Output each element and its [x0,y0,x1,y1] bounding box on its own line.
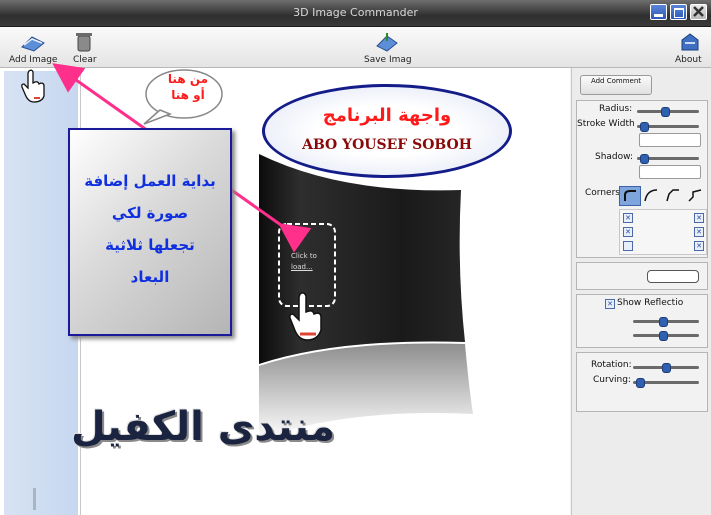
add-comment-button[interactable]: Add Comment [580,75,652,95]
close-button[interactable] [690,4,707,20]
box-text-3: تجعلها ثلاثية [105,236,195,254]
maximize-button[interactable] [670,4,687,20]
shadow-knob[interactable] [639,154,649,164]
style-settings-box: Radius: Stroke Width Shadow: Corners ✕ ✕… [576,100,708,258]
corner-style-group [619,186,705,206]
hand-cursor-icon [21,69,45,103]
window-title: 3D Image Commander [293,6,418,19]
reflection-knob-2[interactable] [659,331,669,341]
corner-top-right-checkbox[interactable]: ✕ [694,213,704,223]
clear-button[interactable]: Clear [68,29,102,65]
corner-bottom-left-checkbox[interactable] [623,241,633,251]
save-image-label: Save Imag [364,55,412,65]
bubble-text-1: من هنا [167,72,209,86]
corner-toggle-grid: ✕ ✕ ✕ ✕ ✕ [619,209,707,255]
corner-style-curve[interactable] [641,186,661,204]
maximize-icon [674,8,684,18]
interface-oval-callout: واجهة البرنامج ABO YOUSEF SOBOH [262,84,512,178]
rotation-slider[interactable] [633,363,699,373]
canvas-placeholder-line1: Click to [291,252,317,260]
curving-label: Curving: [593,375,631,385]
corner-top-left-checkbox[interactable]: ✕ [623,213,633,223]
show-reflection-label: Show Reflectio [617,298,684,308]
box-text-4: البعاد [130,268,170,286]
close-icon [693,6,704,17]
corner-style-rounded[interactable] [619,186,641,206]
background-color-field[interactable] [647,270,699,283]
box-text-1: بداية العمل إضافة [84,172,216,190]
radius-label: Radius: [599,104,633,114]
save-image-button[interactable]: Save Imag [360,29,416,65]
title-bar: 3D Image Commander [0,0,711,27]
corner-style-step[interactable] [685,186,705,204]
trash-icon [76,33,92,52]
minimize-icon [654,14,663,17]
rotation-knob[interactable] [662,363,671,373]
shadow-color-field[interactable] [639,165,701,179]
corner-bevel-icon [666,189,679,202]
canvas-placeholder-line2[interactable]: load... [291,263,313,271]
corners-label: Corners [585,188,620,198]
toolbar: Add Image Clear Save Imag About [0,27,711,68]
transform-box: Rotation: Curving: [576,352,708,412]
reflection-slider-2[interactable] [633,331,699,341]
bubble-text-2: أو هنا [171,88,205,102]
radius-knob[interactable] [661,107,671,117]
add-image-label: Add Image [9,55,58,65]
shadow-label: Shadow: [595,152,634,162]
add-comment-label: Add Comment [590,77,642,85]
minimize-button[interactable] [650,4,667,20]
clear-label: Clear [73,55,97,65]
oval-text-2: ABO YOUSEF SOBOH [302,137,472,153]
shadow-slider[interactable] [637,154,699,164]
oval-text-1: واجهة البرنامج [322,105,452,126]
corner-middle-right-checkbox[interactable]: ✕ [694,227,704,237]
stroke-color-field[interactable] [639,133,701,147]
corner-middle-left-checkbox[interactable]: ✕ [623,227,633,237]
corner-step-icon [688,189,702,202]
about-button[interactable]: About [672,29,708,65]
show-reflection-checkbox[interactable]: ✕ [605,299,615,309]
add-image-button[interactable]: Add Image [6,29,58,65]
about-icon [681,33,699,51]
reflection-knob-1[interactable] [659,317,669,327]
stroke-width-knob[interactable] [639,122,649,132]
box-text-2: صورة لكي [111,204,189,222]
corner-bottom-right-checkbox[interactable]: ✕ [694,241,704,251]
properties-panel: Add Comment Radius: Stroke Width Shadow:… [571,68,711,515]
add-image-icon [21,36,45,52]
corner-style-bevel[interactable] [663,186,683,204]
background-color-box [576,262,708,290]
stroke-width-label: Stroke Width [577,119,635,129]
about-label: About [675,55,702,65]
forum-watermark: منتدى الكفيل [71,404,335,450]
stroke-width-slider[interactable] [637,122,699,132]
corner-rounded-icon [624,190,636,201]
save-image-icon [376,33,398,52]
instruction-box: بداية العمل إضافة صورة لكي تجعلها ثلاثية… [68,128,232,336]
curving-slider[interactable] [633,378,699,388]
sidebar-scrollbar[interactable] [33,488,36,510]
corner-curve-icon [644,189,658,202]
curving-knob[interactable] [635,378,645,388]
rotation-label: Rotation: [591,360,632,370]
reflection-slider-1[interactable] [633,317,699,327]
radius-slider[interactable] [637,107,699,117]
reflection-box: ✕ Show Reflectio [576,294,708,348]
hand-cursor-icon [289,292,322,341]
